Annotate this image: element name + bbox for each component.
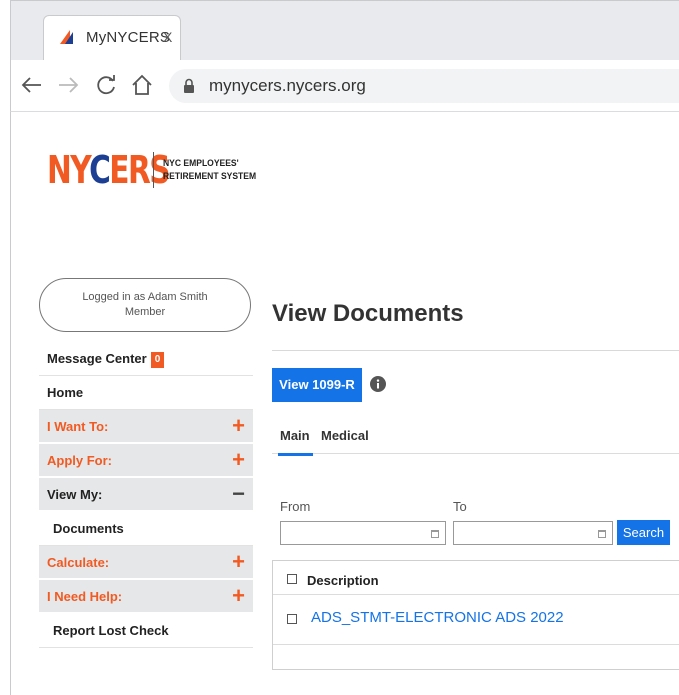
view-1099r-button[interactable]: View 1099-R xyxy=(272,368,362,402)
sidebar-item-report-lost-check[interactable]: Report Lost Check xyxy=(39,614,253,648)
document-tabs: Main Medical xyxy=(272,414,679,456)
login-status-box: Logged in as Adam Smith Member xyxy=(39,278,251,332)
tab-strip: MyNYCERS X xyxy=(10,0,679,61)
tab-title: MyNYCERS xyxy=(86,29,171,46)
sidebar-item-label: Report Lost Check xyxy=(53,623,169,638)
document-link[interactable]: ADS_STMT-ELECTRONIC ADS 2022 xyxy=(311,609,564,626)
forward-arrow-icon[interactable] xyxy=(55,72,81,98)
logged-in-text: Logged in as Adam Smith xyxy=(82,291,208,303)
message-count-badge: 0 xyxy=(150,352,165,368)
row-checkbox[interactable] xyxy=(287,614,297,624)
sidebar-section-label: I Want To: xyxy=(47,419,109,434)
page-content: NYCERS NYC EMPLOYEES' RETIREMENT SYSTEM … xyxy=(10,112,679,695)
table-header: Description xyxy=(273,561,679,595)
collapse-minus-icon[interactable]: − xyxy=(232,478,245,510)
expand-plus-icon[interactable]: + xyxy=(232,580,245,612)
logo-wordmark-part1: NY xyxy=(47,148,91,192)
sidebar-section-label: View My: xyxy=(47,487,103,502)
calendar-icon[interactable] xyxy=(598,529,606,538)
logo-divider xyxy=(153,152,154,188)
logo-tagline-line1: NYC EMPLOYEES' xyxy=(163,158,239,169)
back-arrow-icon[interactable] xyxy=(19,72,45,98)
address-bar-row: mynycers.nycers.org xyxy=(10,60,679,112)
expand-plus-icon[interactable]: + xyxy=(232,546,245,578)
sidebar-section-i-need-help[interactable]: I Need Help: + xyxy=(39,580,253,614)
logo-wordmark-part3: ERS xyxy=(109,148,170,192)
select-all-checkbox[interactable] xyxy=(287,574,297,584)
sidebar-section-view-my[interactable]: View My: − xyxy=(39,478,253,512)
calendar-icon[interactable] xyxy=(431,529,439,538)
tab-main[interactable]: Main xyxy=(278,428,313,456)
sidebar-section-label: I Need Help: xyxy=(47,589,123,604)
reload-icon[interactable] xyxy=(93,72,119,98)
info-icon[interactable] xyxy=(370,376,386,392)
from-label: From xyxy=(280,499,311,514)
from-date-input[interactable] xyxy=(280,521,446,545)
tab-medical[interactable]: Medical xyxy=(321,428,369,443)
url-field[interactable]: mynycers.nycers.org xyxy=(169,69,679,103)
logo-wordmark-part2: C xyxy=(89,148,111,192)
sidebar-section-label: Apply For: xyxy=(47,453,112,468)
expand-plus-icon[interactable]: + xyxy=(232,410,245,442)
documents-table: Description ADS_STMT-ELECTRONIC ADS 2022 xyxy=(272,560,679,670)
user-role: Member xyxy=(124,306,166,318)
to-date-input[interactable] xyxy=(453,521,613,545)
sidebar-item-message-center[interactable]: Message Center 0 xyxy=(39,342,253,376)
sidebar-section-calculate[interactable]: Calculate: + xyxy=(39,546,253,580)
logo-tagline: NYC EMPLOYEES' RETIREMENT SYSTEM xyxy=(163,157,256,183)
url-text: mynycers.nycers.org xyxy=(209,76,366,95)
sidebar-item-label: Home xyxy=(47,385,84,400)
sidebar-section-i-want-to[interactable]: I Want To: + xyxy=(39,410,253,444)
lock-icon xyxy=(184,78,194,93)
page-title: View Documents xyxy=(272,300,464,327)
sidebar-nav: Message Center 0 Home I Want To: + Apply … xyxy=(39,342,253,648)
sidebar-section-label: Calculate: xyxy=(47,555,110,570)
search-button[interactable]: Search xyxy=(617,520,670,545)
sidebar-item-home[interactable]: Home xyxy=(39,376,253,410)
description-header: Description xyxy=(307,573,379,588)
sidebar-section-apply-for[interactable]: Apply For: + xyxy=(39,444,253,478)
sidebar-item-documents[interactable]: Documents xyxy=(39,512,253,546)
expand-plus-icon[interactable]: + xyxy=(232,444,245,476)
sidebar-item-label: Message Center xyxy=(47,351,147,366)
logo-tagline-line2: RETIREMENT SYSTEM xyxy=(163,171,257,182)
table-row: ADS_STMT-ELECTRONIC ADS 2022 xyxy=(273,595,679,645)
title-divider xyxy=(272,350,679,351)
to-label: To xyxy=(453,499,467,514)
nycers-favicon-icon xyxy=(60,30,73,44)
tab-close-icon[interactable]: X xyxy=(163,29,172,45)
home-icon[interactable] xyxy=(129,72,155,98)
logo-wordmark: NYCERS xyxy=(47,148,171,192)
sidebar-item-label: Documents xyxy=(53,521,124,536)
browser-tab[interactable]: MyNYCERS X xyxy=(43,15,181,61)
browser-window: MyNYCERS X mynycers.nycers.org NYCERS NY… xyxy=(0,0,679,695)
